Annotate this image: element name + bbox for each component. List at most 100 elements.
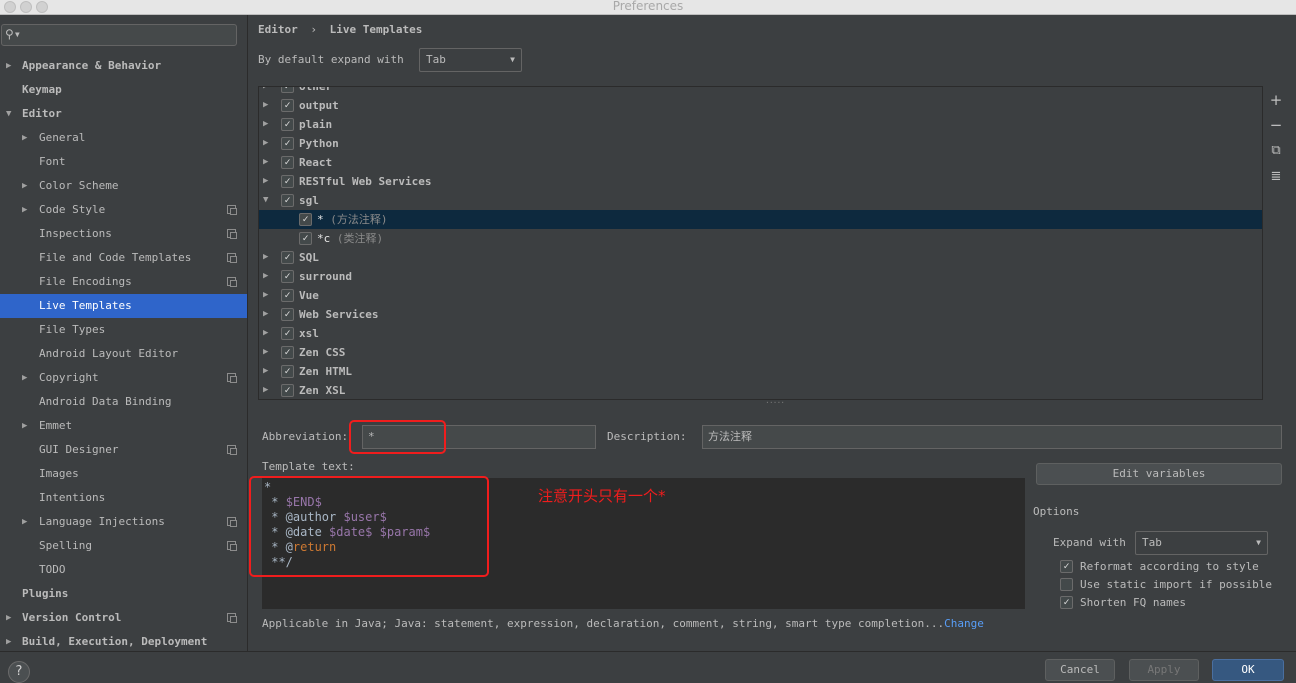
sidebar-item-inspections[interactable]: Inspections [0,222,247,246]
template-group-checkbox[interactable]: ✓ [281,384,294,397]
template-group-vue[interactable]: ▶ ✓ Vue [259,286,1262,305]
expand-arrow-icon[interactable]: ▶ [263,153,268,172]
expand-arrow-icon[interactable]: ▶ [263,305,268,324]
sidebar-item-spelling[interactable]: Spelling [0,534,247,558]
sidebar-item-emmet[interactable]: ▶ Emmet [0,414,247,438]
cancel-button[interactable]: Cancel [1045,659,1115,681]
template-group-xsl[interactable]: ▶ ✓ xsl [259,324,1262,343]
sidebar-item-general[interactable]: ▶ General [0,126,247,150]
template-group-checkbox[interactable]: ✓ [281,365,294,378]
remove-icon[interactable]: − [1268,117,1284,133]
static-import-checkbox[interactable] [1060,578,1073,591]
template-item-checkbox[interactable]: ✓ [299,213,312,226]
expand-arrow-icon[interactable]: ▶ [263,343,268,362]
template-item-checkbox[interactable]: ✓ [299,232,312,245]
expand-arrow-icon[interactable]: ▶ [263,134,268,153]
sidebar-item-keymap[interactable]: Keymap [0,78,247,102]
expand-with-select[interactable]: Tab ▼ [1135,531,1268,555]
sidebar-item-copyright[interactable]: ▶ Copyright [0,366,247,390]
template-group-other[interactable]: ▶ ✓ other [259,87,1262,96]
template-group-checkbox[interactable]: ✓ [281,118,294,131]
sidebar-item-android-data-binding[interactable]: Android Data Binding [0,390,247,414]
sidebar-item-color-scheme[interactable]: ▶ Color Scheme [0,174,247,198]
change-context-link[interactable]: Change [944,617,984,630]
sidebar-item-file-types[interactable]: File Types [0,318,247,342]
template-group-checkbox[interactable]: ✓ [281,137,294,150]
expand-arrow-icon[interactable]: ▶ [22,510,27,534]
collapse-arrow-icon[interactable]: ▼ [6,102,11,126]
sidebar-item-build-execution-deployment[interactable]: ▶ Build, Execution, Deployment [0,630,247,651]
shorten-fq-checkbox[interactable]: ✓ [1060,596,1073,609]
sidebar-item-images[interactable]: Images [0,462,247,486]
template-group-surround[interactable]: ▶ ✓ surround [259,267,1262,286]
edit-variables-button[interactable]: Edit variables [1036,463,1282,485]
expand-arrow-icon[interactable]: ▶ [6,54,11,78]
template-group-checkbox[interactable]: ✓ [281,99,294,112]
expand-arrow-icon[interactable]: ▶ [263,286,268,305]
copy-icon[interactable]: ⧉ [1268,143,1284,159]
expand-arrow-icon[interactable]: ▶ [263,248,268,267]
template-group-sgl[interactable]: ▼ ✓ sgl [259,191,1262,210]
template-group-react[interactable]: ▶ ✓ React [259,153,1262,172]
sidebar-item-language-injections[interactable]: ▶ Language Injections [0,510,247,534]
sidebar-item-intentions[interactable]: Intentions [0,486,247,510]
template-group-checkbox[interactable]: ✓ [281,251,294,264]
template-group-web-services[interactable]: ▶ ✓ Web Services [259,305,1262,324]
expand-arrow-icon[interactable]: ▶ [6,606,11,630]
sidebar-item-plugins[interactable]: Plugins [0,582,247,606]
expand-arrow-icon[interactable]: ▶ [263,267,268,286]
expand-arrow-icon[interactable]: ▶ [22,414,27,438]
sidebar-item-todo[interactable]: TODO [0,558,247,582]
expand-arrow-icon[interactable]: ▶ [263,96,268,115]
apply-button[interactable]: Apply [1129,659,1199,681]
expand-arrow-icon[interactable]: ▶ [263,362,268,381]
template-group-checkbox[interactable]: ✓ [281,87,294,93]
template-group-checkbox[interactable]: ✓ [281,346,294,359]
expand-arrow-icon[interactable]: ▶ [22,126,27,150]
template-group-checkbox[interactable]: ✓ [281,270,294,283]
ok-button[interactable]: OK [1212,659,1284,681]
expand-arrow-icon[interactable]: ▶ [22,366,27,390]
reformat-checkbox[interactable]: ✓ [1060,560,1073,573]
template-item-class-comment[interactable]: ✓ *c (类注释) [259,229,1262,248]
sidebar-item-code-style[interactable]: ▶ Code Style [0,198,247,222]
expand-arrow-icon[interactable]: ▶ [263,87,268,96]
expand-arrow-icon[interactable]: ▶ [263,115,268,134]
sidebar-item-font[interactable]: Font [0,150,247,174]
template-group-restful[interactable]: ▶ ✓ RESTful Web Services [259,172,1262,191]
template-group-sql[interactable]: ▶ ✓ SQL [259,248,1262,267]
template-group-plain[interactable]: ▶ ✓ plain [259,115,1262,134]
template-group-zen-xsl[interactable]: ▶ ✓ Zen XSL [259,381,1262,399]
expand-arrow-icon[interactable]: ▶ [263,324,268,343]
template-group-python[interactable]: ▶ ✓ Python [259,134,1262,153]
list-icon[interactable]: ≣ [1268,169,1284,185]
add-icon[interactable]: + [1268,92,1284,108]
sidebar-item-live-templates[interactable]: Live Templates [0,294,247,318]
default-expand-select[interactable]: Tab ▼ [419,48,522,72]
sidebar-item-appearance-behavior[interactable]: ▶ Appearance & Behavior [0,54,247,78]
template-group-zen-html[interactable]: ▶ ✓ Zen HTML [259,362,1262,381]
template-group-checkbox[interactable]: ✓ [281,327,294,340]
description-input[interactable]: 方法注释 [702,425,1282,449]
template-group-checkbox[interactable]: ✓ [281,289,294,302]
expand-arrow-icon[interactable]: ▶ [263,172,268,191]
template-group-checkbox[interactable]: ✓ [281,194,294,207]
template-group-checkbox[interactable]: ✓ [281,175,294,188]
template-item-method-comment[interactable]: ✓ * (方法注释) [259,210,1262,229]
expand-arrow-icon[interactable]: ▶ [263,381,268,399]
expand-arrow-icon[interactable]: ▶ [22,198,27,222]
splitter-grip[interactable]: ····· [765,398,785,407]
help-button[interactable]: ? [8,661,30,683]
breadcrumb-editor[interactable]: Editor [258,23,298,36]
collapse-arrow-icon[interactable]: ▼ [263,191,268,210]
template-group-output[interactable]: ▶ ✓ output [259,96,1262,115]
sidebar-item-android-layout-editor[interactable]: Android Layout Editor [0,342,247,366]
expand-arrow-icon[interactable]: ▶ [6,630,11,651]
template-group-checkbox[interactable]: ✓ [281,156,294,169]
sidebar-item-editor[interactable]: ▼ Editor [0,102,247,126]
sidebar-item-file-code-templates[interactable]: File and Code Templates [0,246,247,270]
sidebar-item-file-encodings[interactable]: File Encodings [0,270,247,294]
expand-arrow-icon[interactable]: ▶ [22,174,27,198]
sidebar-item-version-control[interactable]: ▶ Version Control [0,606,247,630]
sidebar-item-gui-designer[interactable]: GUI Designer [0,438,247,462]
